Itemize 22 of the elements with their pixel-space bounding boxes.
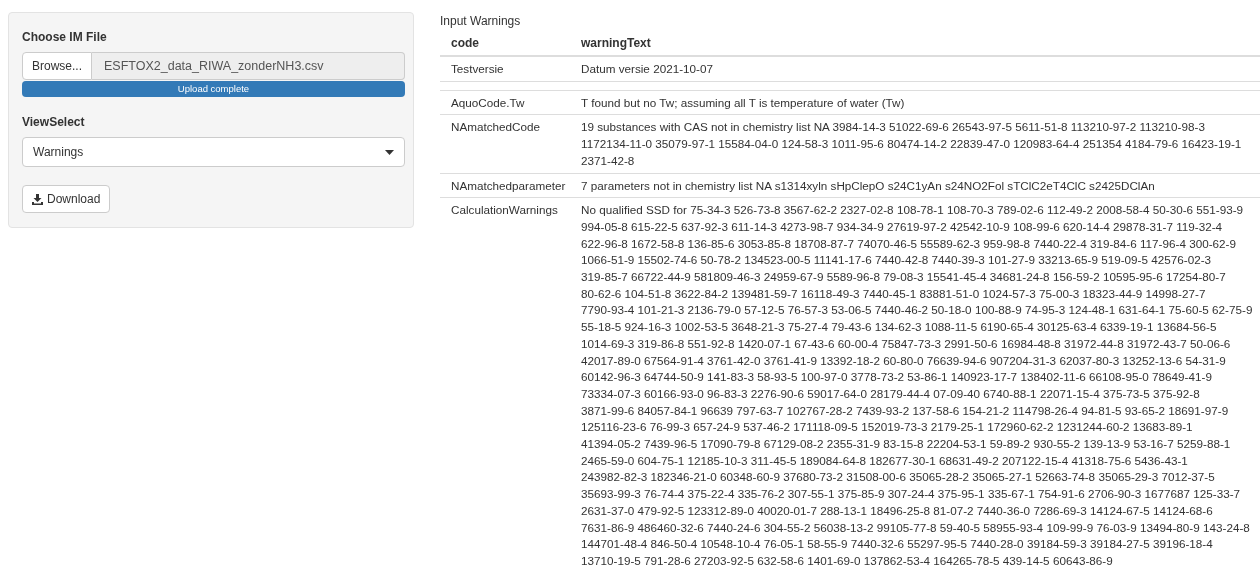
table-cell: Testversie — [440, 56, 581, 82]
caret-icon — [385, 149, 394, 155]
browse-button[interactable]: Browse... — [22, 52, 92, 80]
file-input-label: Choose IM File — [22, 30, 108, 44]
table-cell: 19 substances with CAS not in chemistry list NA 3984-14-3 51022-69-6 26543-97-5 5611-51-8 113210-97-2 113210-98-3 1172134-11-0 35079-97-1 15584-04-0 124-58-3 1011-95-6 80474-14-2 22839-47-0 120983-64-4 251354 4184-79-6 16423-19-1 2371-42-8 — [581, 114, 1260, 173]
file-name-field[interactable]: ESFTOX2_data_RIWA_zonderNH3.csv — [92, 52, 405, 80]
download-icon — [32, 193, 43, 205]
table-cell: No qualified SSD for 75-34-3 526-73-8 3567-62-2 2327-02-8 108-78-1 108-70-3 789-02-6 112-49-2 2008-58-4 50-30-6 551-93-9 994-05-8 615-22-5 637-92-3 611-14-3 4273-98-7 934-34-9 27619-97-2 42542-10-9 108-99-6 620-14-4 29878-31-7 119-32-4 622-96-8 1672-58-8 136-85-6 3053-85-8 18708-87-7 74070-46-5 55589-62-3 959-98-8 7440-22-4 319-84-6 117-96-4 300-62-9 1066-51-9 15502-74-6 50-78-2 134523-00-5 11141-17-6 7440-42-8 7440-39-3 101-27-9 33213-65-9 519-09-5 42576-02-3 319-85-7 66722-44-9 581809-46-3 24959-67-9 5589-96-8 79-08-3 15541-45-4 34681-24-8 156-59-2 10595-95-6 17254-80-7 80-62-6 104-51-8 3622-84-2 139481-59-7 16118-49-3 7440-45-1 83881-51-0 1024-57-3 75-00-3 18323-44-9 14998-27-7 7790-93-4 101-21-3 2136-79-0 57-12-5 76-57-3 53-06-5 7440-46-2 50-18-0 100-88-9 74-95-3 124-48-1 631-64-1 75-60-5 62-75-9 55-18-5 924-16-3 1002-53-5 3648-21-3 75-27-4 79-43-6 134-62-3 1088-11-5 6190-65-4 30125-63-4 6339-19-1 13684-56-5 1014-69-3 319-86-8 551-92-8 1420-07-1 67-43-6 60-00-4 75847-73-3 2991-50-6 16984-48-8 31972-44-8 31972-43-7 50-06-6 42017-89-0 67564-91-4 3761-42-0 3761-41-9 13392-18-2 60-80-0 76639-94-6 907204-31-3 62037-80-3 13252-13-6 54-31-9 60142-96-3 64744-50-9 141-83-3 58-93-5 100-97-0 3778-73-2 53-86-1 140923-17-7 138402-11-6 66108-95-0 78649-41-9 73334-07-3 60166-93-0 96-83-3 2276-90-6 59017-64-0 28179-44-4 07-09-40 6740-88-1 22071-15-4 375-73-5 375-92-8 3871-99-6 84057-84-1 96639 797-63-7 102767-28-2 7439-93-2 137-58-6 154-21-2 114798-26-4 94-81-5 93-65-2 18691-97-9 125116-23-6 76-99-3 657-24-9 537-46-2 171118-09-5 152019-73-3 2179-25-1 172960-62-2 1231244-60-2 13683-89-1 41394-05-2 7439-96-5 17090-79-8 67129-08-2 2355-31-9 83-15-8 22204-53-1 59-89-2 930-55-2 139-13-9 53-16-7 5259-88-1 2465-59-0 604-75-1 12185-10-3 311-45-5 189084-64-8 182677-30-1 68631-49-2 207122-15-4 41318-75-6 5436-43-1 243982-82-3 182346-21-0 60348-60-9 37680-73-2 31508-00-6 35065-28-2 35065-27-1 52663-74-8 35065-29-3 7012-37-5 35693-99-3 76-74-4 375-22-4 335-76-2 307-55-1 375-85-9 307-24-4 375-95-1 335-67-1 754-91-6 2706-90-3 1677687 125-33-7 2631-37-0 479-92-5 123312-89-0 40020-01-7 288-13-1 18496-25-8 81-07-2 7440-36-0 7286-69-3 14124-67-5 14124-68-6 7631-86-9 486460-32-6 7440-24-6 304-55-2 56038-13-2 99105-77-8 59-40-5 58955-93-4 109-99-9 76-03-9 13494-80-9 143-24-8 144701-48-4 846-50-4 10548-10-4 76-05-1 58-55-9 7440-32-6 55297-95-5 7440-28-0 39184-59-3 39184-27-5 39196-18-4 13710-19-5 791-28-6 27203-92-5 632-58-6 1401-69-0 137862-53-4 164265-78-5 439-14-5 60643-86-9 — [581, 197, 1260, 571]
column-header: code — [440, 31, 581, 56]
table-cell: NAmatchedparameter — [440, 173, 581, 198]
download-button[interactable]: Download — [22, 185, 111, 213]
view-select-label: ViewSelect — [22, 115, 86, 129]
table-cell: T found but no Tw; assuming all T is temperature of water (Tw) — [581, 90, 1260, 115]
table-title: Input Warnings — [440, 14, 522, 28]
table-cell: Datum versie 2021-10-07 — [581, 56, 1260, 82]
table-cell: NAmatchedCode — [440, 114, 581, 173]
table-cell: AquoCode.Tw — [440, 90, 581, 115]
column-header: warningText — [581, 31, 1260, 56]
progress-text: Upload complete — [176, 83, 251, 94]
table-cell: CalculationWarnings — [440, 197, 581, 571]
table-cell: 7 parameters not in chemistry list NA s1314xyln sHpClepO s24C1yAn s24NO2Fol sTClC2eT4ClC s2425DClAn — [581, 173, 1260, 198]
view-select[interactable]: Warnings — [22, 137, 405, 167]
